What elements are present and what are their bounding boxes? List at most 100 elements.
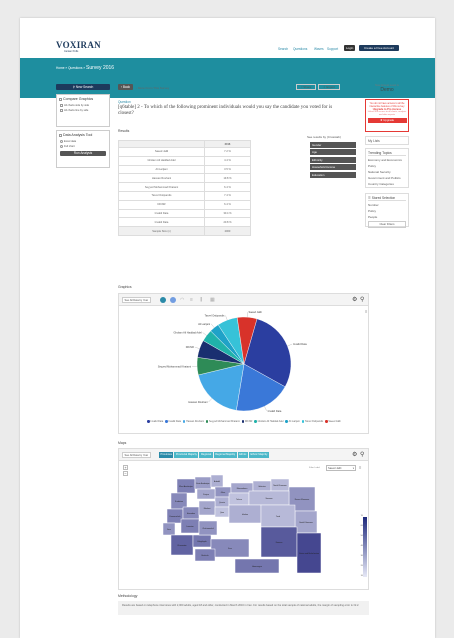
segment-ethnicity[interactable]: Ethnicity (310, 156, 356, 163)
upgrade-text: You do not have access to all the intera… (369, 101, 405, 108)
my-lists-box[interactable]: My Lists (365, 136, 409, 145)
province-label: Khuzestan (178, 544, 187, 547)
methodology-text: Results are based on telephone interview… (118, 601, 369, 615)
table-chart-icon[interactable]: ▦ (210, 297, 215, 303)
maps-see-all-button[interactable]: See All Data by Year (122, 452, 151, 458)
table-row-label: Ali Larijani (118, 164, 205, 175)
saved-title-text: Stored Selection (371, 196, 396, 200)
segment-age[interactable]: Age (310, 149, 356, 156)
table-row-value: 19.8 % (204, 173, 251, 184)
province-label: Qom (220, 512, 225, 514)
legend-item[interactable]: DK/NR (241, 420, 252, 424)
nav-search[interactable]: Search (278, 47, 288, 51)
segment-income[interactable]: Household income (310, 164, 356, 171)
table-row-label: DK/NR (118, 199, 205, 210)
nav-questions[interactable]: Questions (293, 47, 307, 51)
province-label: Hamadan (187, 513, 195, 515)
scale-tick: 60 (360, 525, 363, 527)
compare-option[interactable]: All charts line by side (57, 108, 109, 113)
province-label: Chaharmahal (202, 527, 214, 530)
new-search-label: New Search (75, 85, 94, 89)
segments-title: See results by (Crosstab) (307, 135, 341, 139)
pie-slice-label: Hassan Rouhani (188, 400, 208, 404)
results-label: Results (118, 129, 130, 133)
share-button[interactable]: < Share (296, 84, 316, 90)
tab-provincial-majority[interactable]: Provincial Majority (174, 452, 199, 458)
zoom-icon[interactable]: ⚲ (360, 296, 364, 303)
map-settings-icon[interactable]: ⚙ (352, 451, 357, 458)
legend-label: Saeed Jalili (328, 420, 341, 423)
candidate-select[interactable]: Saeed Jalili ▾ (326, 465, 356, 471)
tab-ethnic[interactable]: Ethnic (237, 452, 248, 458)
pie-leader-line (225, 315, 228, 321)
legend-item[interactable]: Hassan Rouhani (182, 420, 204, 424)
run-analysis-button[interactable]: Run Analysis (60, 151, 106, 157)
trending-box: Trending Topics Economy and Economics Po… (365, 148, 409, 188)
analysis-icon (59, 133, 62, 137)
province-label: Sistan and Baluchestan (299, 552, 319, 555)
scale-tick: 20 (360, 565, 363, 567)
map-menu-icon[interactable]: ≡ (359, 465, 361, 470)
checkbox[interactable] (60, 104, 63, 107)
pie-chart-icon[interactable] (160, 297, 166, 303)
trending-item[interactable]: Country Categories (368, 181, 406, 187)
new-search-button[interactable]: ⚲ New Search (56, 84, 110, 90)
bar-chart-icon[interactable]: ≡ (190, 297, 193, 303)
column-chart-icon[interactable]: ⫼ (200, 297, 202, 303)
legend-item[interactable]: Tarvel Ostipandis (301, 420, 323, 424)
tab-ethnic-majority[interactable]: Ethnic Majority (248, 452, 269, 458)
checkbox[interactable] (60, 109, 63, 113)
table-row-value: 30.4 % (204, 208, 251, 219)
compare-title-text: Compare Graphics (63, 97, 94, 101)
more-from-survey-link[interactable]: › More From This Survey (136, 86, 169, 90)
breadcrumb-questions[interactable]: Questions (68, 66, 82, 70)
upgrade-button[interactable]: ★ Upgrade (367, 117, 407, 123)
legend-label: Ali Larijani (288, 420, 300, 423)
radio[interactable] (60, 145, 63, 149)
legend-item[interactable]: Saeed Jalili (325, 420, 341, 424)
logo[interactable]: VOXIRAN (56, 40, 101, 50)
table-row-value: 4.4 % (204, 155, 251, 166)
analysis-option[interactable]: Full chart (57, 144, 109, 149)
donut-chart-icon[interactable] (170, 297, 176, 303)
clear-filters-button[interactable]: Clear Filters (368, 221, 406, 228)
settings-icon[interactable]: ⚙ (352, 296, 357, 303)
create-account-button[interactable]: Create a Free Account (359, 45, 399, 51)
tab-regional[interactable]: Regional (199, 452, 213, 458)
back-label: Back (122, 85, 131, 89)
legend-item[interactable]: Invalid Data (147, 420, 163, 424)
province-label: Kermanshah (170, 515, 181, 518)
saved-item[interactable]: People (368, 214, 406, 220)
question-label: Question (118, 100, 131, 104)
legend-swatch (285, 420, 288, 423)
radio[interactable] (60, 140, 63, 143)
legend-item[interactable]: Seyyed Mohammad Khatami (205, 420, 240, 424)
province-label: Fars (228, 547, 232, 550)
tab-regional-majority[interactable]: Regional Majority (213, 452, 237, 458)
legend-item[interactable]: Invalid Data (165, 420, 181, 424)
segment-gender[interactable]: Gender (310, 142, 356, 148)
legend-swatch (254, 420, 257, 423)
tab-provinces[interactable]: Provinces (159, 452, 174, 458)
back-button[interactable]: ‹ Back (118, 84, 133, 90)
scale-tick: 40 (360, 545, 363, 547)
export-button[interactable]: ⇩ Export (318, 84, 340, 90)
legend-item[interactable]: Ali Larijani (285, 420, 300, 424)
login-button[interactable]: Login (344, 45, 356, 51)
see-all-data-button[interactable]: See All Data by Year (122, 297, 151, 303)
access-level: Now Access Level is Demo (367, 84, 407, 93)
trending-title: Trending Topics (368, 151, 406, 156)
breadcrumb-home[interactable]: Home (56, 66, 65, 70)
pie-legend: Invalid Data Invalid Data Hassan Rouhani Se… (131, 420, 359, 424)
area-chart-icon[interactable]: ◠ (180, 297, 184, 303)
nav-waves[interactable]: Waves (314, 47, 324, 51)
map-zoom-icon[interactable]: ⚲ (360, 451, 364, 458)
nav-support[interactable]: Support (327, 47, 338, 51)
zoom-in-button[interactable]: + (123, 465, 128, 470)
province-label: Lorestan (186, 525, 193, 528)
segment-education[interactable]: Education (310, 171, 356, 178)
legend-item[interactable]: Gholam Ali Haddad Adel (254, 420, 283, 424)
province-label: Tehran (236, 498, 242, 501)
legend-label: Invalid Data (150, 420, 164, 423)
pie-slice-label: Invalid Data (293, 342, 307, 346)
